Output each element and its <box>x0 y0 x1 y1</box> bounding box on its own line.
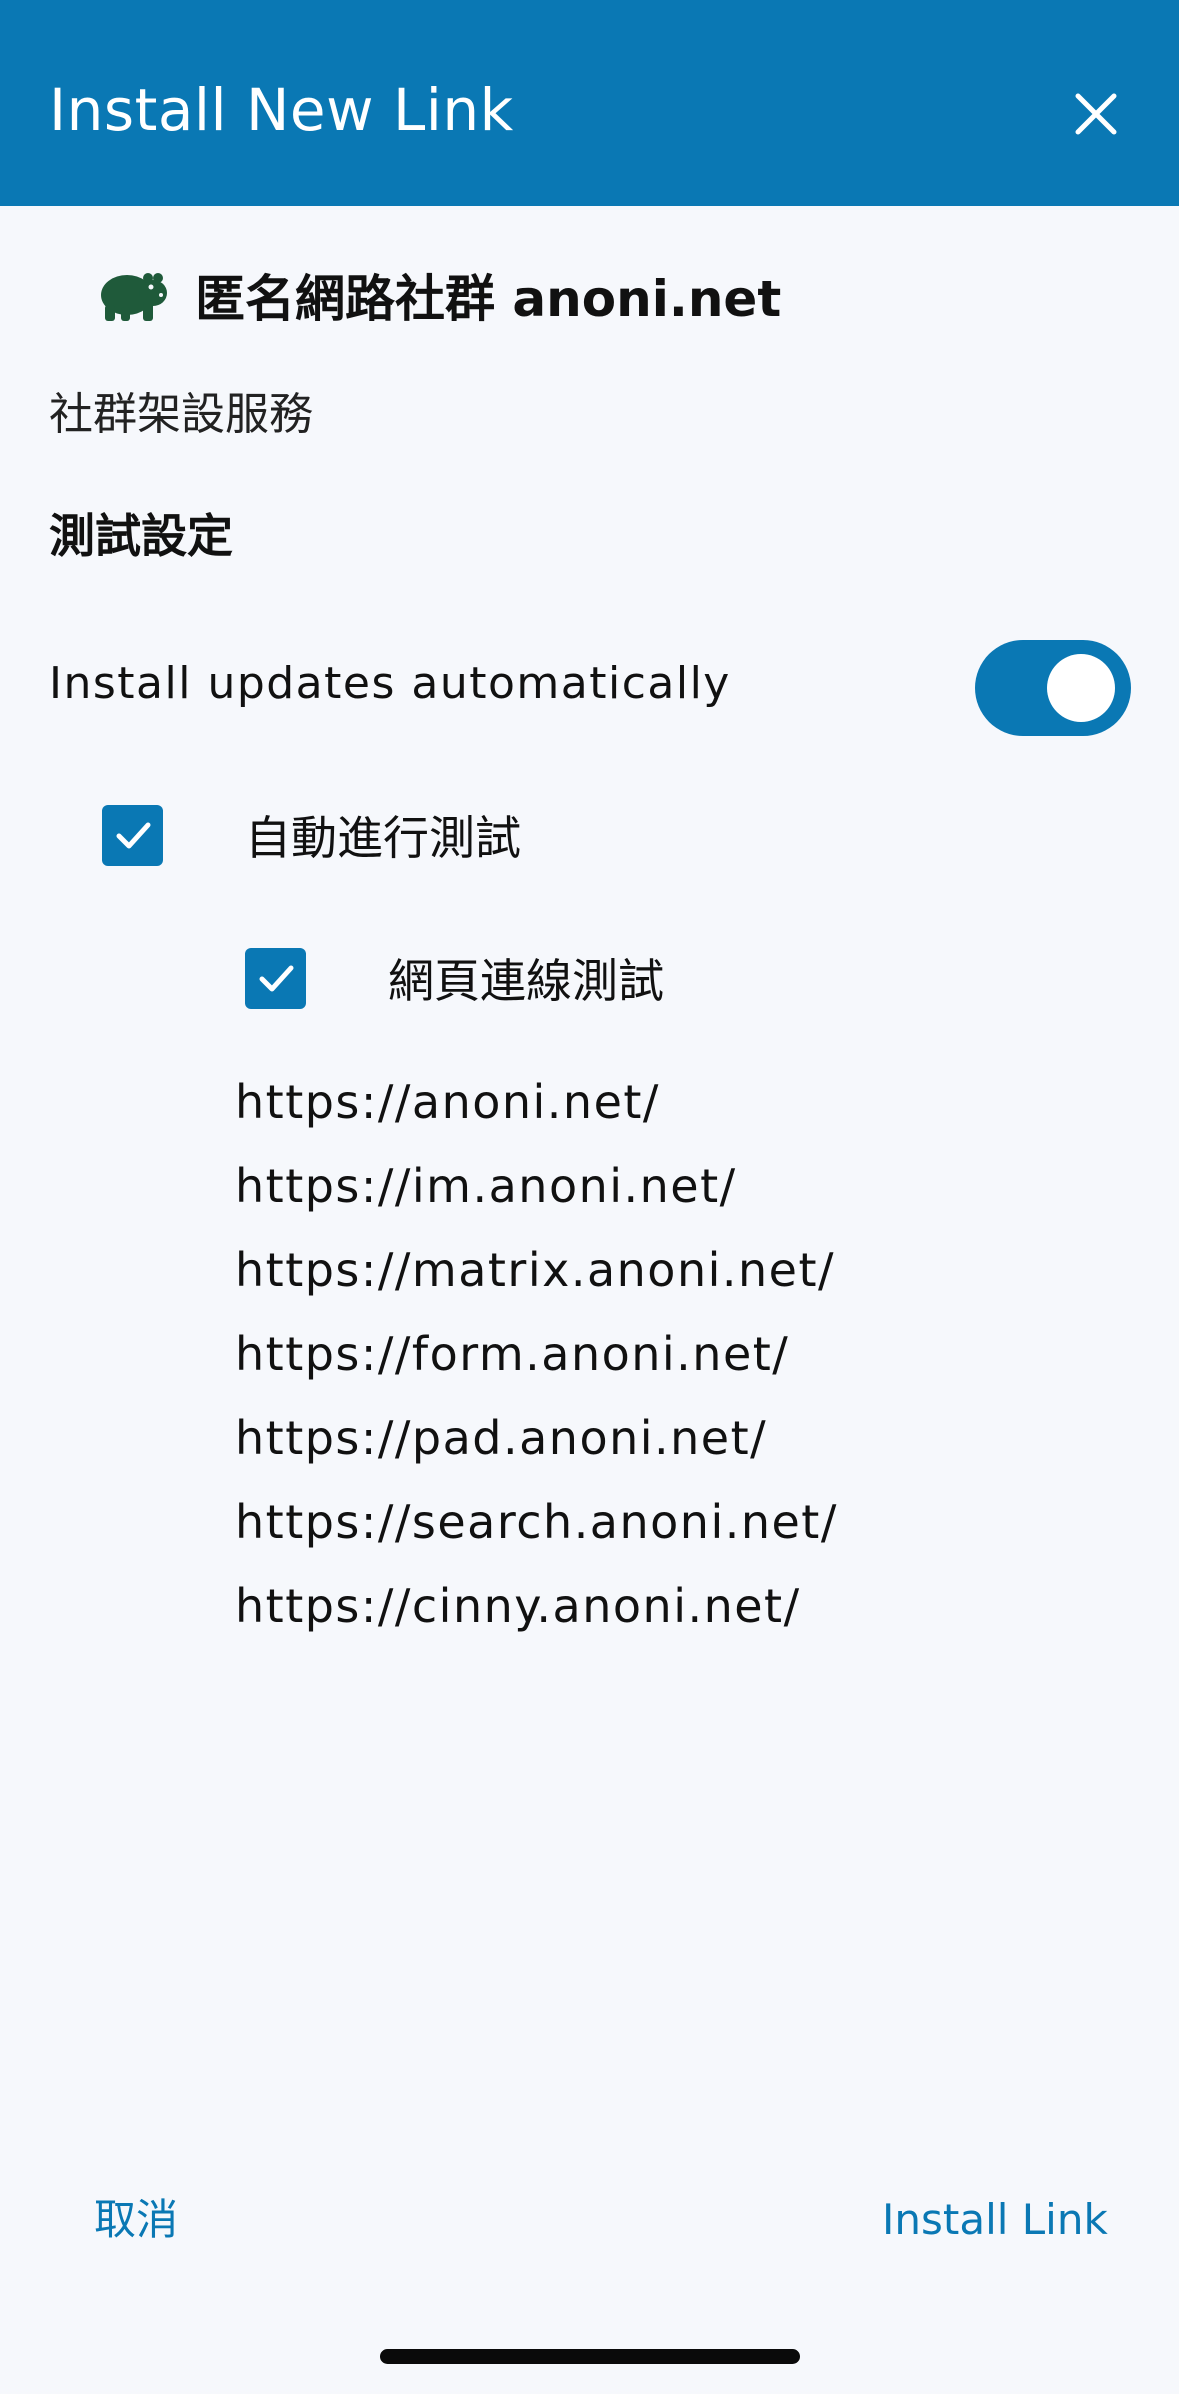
url-item: https://form.anoni.net/ <box>235 1327 790 1381</box>
section-title: 測試設定 <box>49 509 233 563</box>
header-bar: Install New Link <box>0 0 1179 206</box>
auto-update-label: Install updates automatically <box>49 658 731 709</box>
checkmark-icon <box>259 965 293 992</box>
close-icon <box>1075 93 1117 135</box>
app-description: 社群架設服務 <box>49 389 313 440</box>
home-indicator[interactable] <box>380 2349 800 2364</box>
web-test-checkbox[interactable] <box>245 947 306 1009</box>
url-item: https://cinny.anoni.net/ <box>235 1579 801 1633</box>
url-item: https://search.anoni.net/ <box>235 1495 838 1549</box>
option-auto-test[interactable]: 自動進行測試 <box>102 802 521 868</box>
auto-update-toggle[interactable] <box>975 640 1131 736</box>
url-list: https://anoni.net/ https://im.anoni.net/… <box>235 1060 838 1648</box>
auto-test-checkbox[interactable] <box>102 804 163 866</box>
web-test-label: 網頁連線測試 <box>388 954 664 1008</box>
app-info: 匿名網路社群 anoni.net <box>95 250 781 340</box>
option-web-test[interactable]: 網頁連線測試 <box>245 945 664 1011</box>
auto-update-row: Install updates automatically <box>49 640 1131 736</box>
toggle-knob <box>1047 654 1115 722</box>
app-name: 匿名網路社群 anoni.net <box>195 270 782 328</box>
hippo-icon <box>101 273 167 321</box>
install-link-button[interactable]: Install Link <box>882 2190 1108 2250</box>
dialog-title: Install New Link <box>49 76 514 144</box>
url-item: https://im.anoni.net/ <box>235 1159 737 1213</box>
url-item: https://pad.anoni.net/ <box>235 1411 768 1465</box>
cancel-button[interactable]: 取消 <box>94 2190 178 2250</box>
close-button[interactable] <box>1062 80 1130 148</box>
url-item: https://anoni.net/ <box>235 1075 660 1129</box>
url-item: https://matrix.anoni.net/ <box>235 1243 835 1297</box>
checkmark-icon <box>116 822 150 849</box>
auto-test-label: 自動進行測試 <box>245 811 521 865</box>
